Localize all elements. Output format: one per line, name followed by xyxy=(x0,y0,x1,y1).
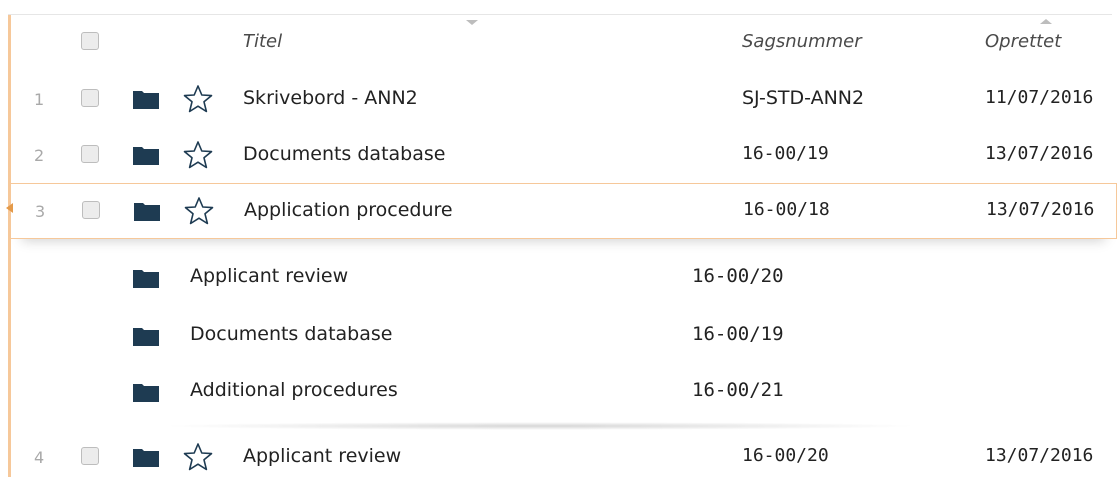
header-sagsnummer[interactable]: Sagsnummer xyxy=(742,31,862,52)
folder-icon xyxy=(133,270,159,288)
row-checkbox[interactable] xyxy=(81,145,99,163)
row-checkbox[interactable] xyxy=(82,201,100,219)
grid-header: Titel Sagsnummer Oprettet xyxy=(0,15,1118,72)
star-outline-icon[interactable] xyxy=(183,84,213,114)
cell-case-number: 16-00/19 xyxy=(742,143,829,164)
sub-item-title[interactable]: Documents database xyxy=(190,323,392,345)
row-number: 3 xyxy=(35,202,46,221)
cell-created: 11/07/2016 xyxy=(985,87,1094,108)
sort-arrow-icon[interactable] xyxy=(1040,19,1052,24)
sort-arrow-icon[interactable] xyxy=(466,20,478,25)
row-checkbox[interactable] xyxy=(81,447,99,465)
cell-title[interactable]: Applicant review xyxy=(243,445,401,467)
cell-title[interactable]: Documents database xyxy=(243,143,445,165)
table-row[interactable]: 4 Applicant review 16-00/20 13/07/2016 xyxy=(0,430,1118,486)
folder-icon xyxy=(133,384,159,402)
cell-created: 13/07/2016 xyxy=(985,445,1094,466)
folder-icon xyxy=(134,203,160,221)
sub-list-item[interactable]: Additional procedures 16-00/21 xyxy=(0,362,1118,420)
sub-item-case-number: 16-00/20 xyxy=(692,265,784,287)
folder-icon xyxy=(133,449,159,467)
header-oprettet[interactable]: Oprettet xyxy=(985,31,1061,52)
cell-case-number: 16-00/20 xyxy=(742,445,829,466)
star-outline-icon[interactable] xyxy=(183,140,213,170)
row-number: 2 xyxy=(34,146,45,165)
row-number: 1 xyxy=(34,90,45,109)
cell-case-number: 16-00/18 xyxy=(743,199,830,220)
cell-title[interactable]: Application procedure xyxy=(244,199,453,221)
folder-icon xyxy=(133,147,159,165)
sub-item-case-number: 16-00/21 xyxy=(692,379,784,401)
select-all-checkbox[interactable] xyxy=(81,32,99,50)
expanded-row-marker[interactable] xyxy=(6,203,13,213)
table-row[interactable]: 1 Skrivebord - ANN2 SJ-STD-ANN2 11/07/20… xyxy=(0,72,1118,128)
cell-created: 13/07/2016 xyxy=(986,199,1095,220)
table-row-selected[interactable]: 3 Application procedure 16-00/18 13/07/2… xyxy=(10,183,1117,239)
sub-list-divider-shadow xyxy=(160,422,920,430)
row-checkbox[interactable] xyxy=(81,89,99,107)
star-outline-icon[interactable] xyxy=(183,442,213,472)
sub-item-case-number: 16-00/19 xyxy=(692,323,784,345)
table-row[interactable]: 2 Documents database 16-00/19 13/07/2016 xyxy=(0,128,1118,184)
cell-case-number: SJ-STD-ANN2 xyxy=(742,87,865,109)
sub-item-title[interactable]: Additional procedures xyxy=(190,379,398,401)
sub-list-item[interactable]: Documents database 16-00/19 xyxy=(0,306,1118,364)
folder-icon xyxy=(133,91,159,109)
cell-created: 13/07/2016 xyxy=(985,143,1094,164)
sub-list-item[interactable]: Applicant review 16-00/20 xyxy=(0,248,1118,306)
sub-item-title[interactable]: Applicant review xyxy=(190,265,348,287)
header-titel[interactable]: Titel xyxy=(243,31,282,52)
star-outline-icon[interactable] xyxy=(184,196,214,226)
folder-icon xyxy=(133,328,159,346)
row-number: 4 xyxy=(34,448,45,467)
cell-title[interactable]: Skrivebord - ANN2 xyxy=(243,87,418,109)
